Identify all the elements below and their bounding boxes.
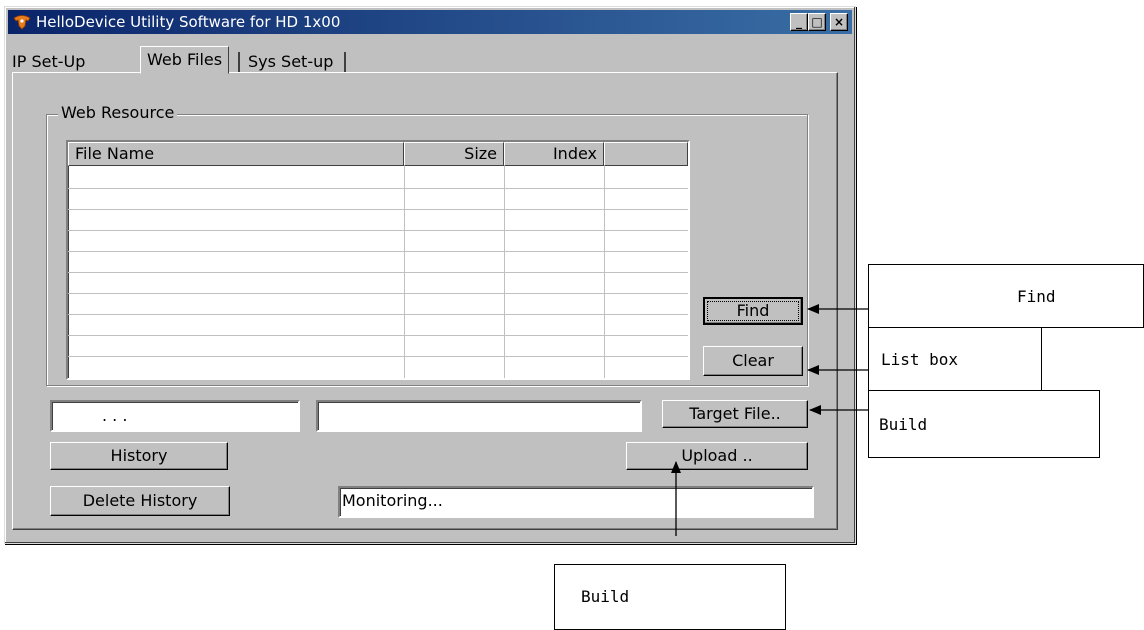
callout-find: Find <box>868 264 1144 328</box>
callout-find-label: Find <box>1017 287 1056 306</box>
callout-build-upload: Build <box>554 564 786 630</box>
callout-build-upload-label: Build <box>581 587 630 606</box>
callout-list-box-label: List box <box>881 350 959 369</box>
tab-web-files[interactable]: Web Files <box>140 46 230 74</box>
callout-list-box: List box <box>868 327 1042 391</box>
callout-build-target-label: Build <box>879 415 928 434</box>
callout-build-target: Build <box>868 390 1100 458</box>
